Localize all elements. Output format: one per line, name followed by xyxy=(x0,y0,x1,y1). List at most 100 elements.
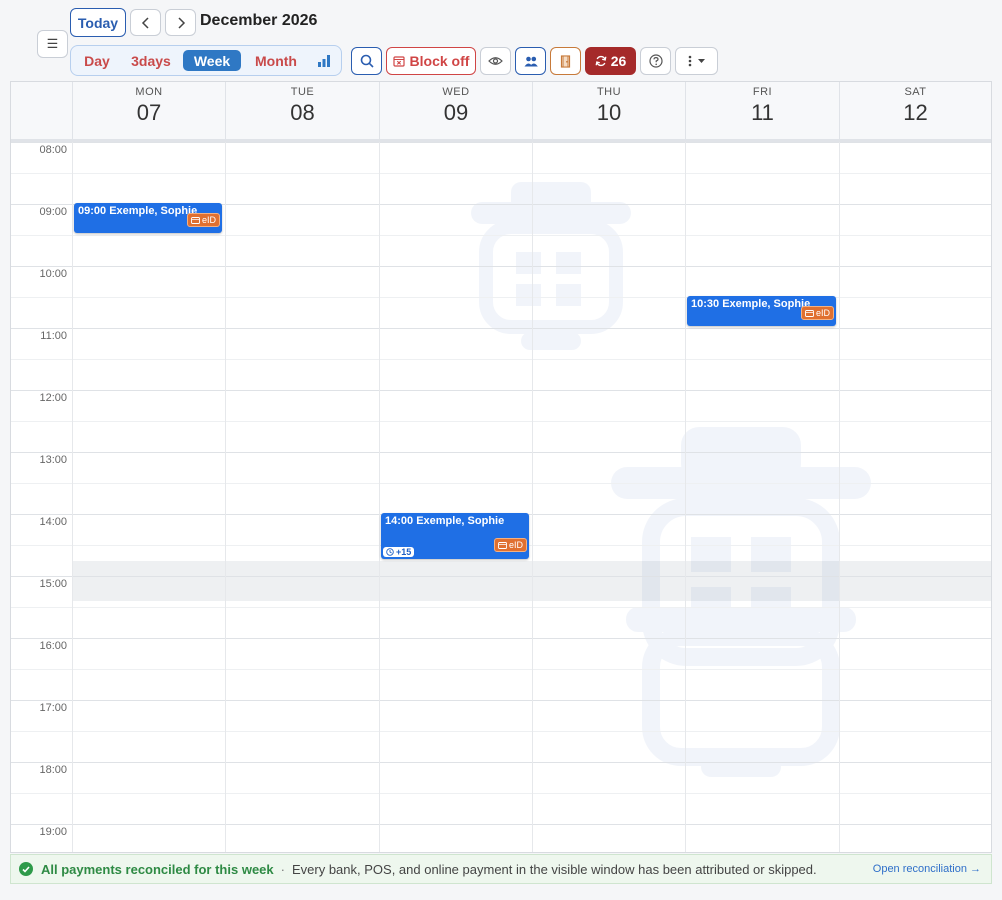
day-name: SAT xyxy=(904,86,927,98)
users-icon xyxy=(524,56,538,66)
column-line xyxy=(532,142,533,852)
day-header-tue[interactable]: TUE 08 xyxy=(225,82,379,139)
hamburger-icon: ☰ xyxy=(46,36,59,51)
half-hour-line xyxy=(11,669,991,670)
kebab-icon xyxy=(688,55,692,67)
hour-line xyxy=(11,762,991,763)
hour-line xyxy=(11,328,991,329)
extra-duration-badge: +15 xyxy=(383,547,415,557)
eid-label: eID xyxy=(815,308,830,318)
time-label: 18:00 xyxy=(39,764,67,776)
eid-badge: eID xyxy=(493,538,527,552)
appointment-event[interactable]: 14:00 Exemple, Sophie eID +15 xyxy=(381,513,529,559)
day-header-mon[interactable]: MON 07 xyxy=(72,82,225,139)
half-hour-line xyxy=(11,359,991,360)
open-reconciliation-link[interactable]: Open reconciliation → xyxy=(873,863,981,875)
menu-button[interactable]: ☰ xyxy=(37,30,68,58)
day-name: WED xyxy=(442,86,470,98)
search-icon xyxy=(360,54,374,68)
help-button[interactable] xyxy=(640,47,671,75)
event-title: 14:00 Exemple, Sophie xyxy=(385,515,505,527)
time-label: 11:00 xyxy=(40,330,67,342)
id-card-icon xyxy=(191,216,200,224)
day-number: 12 xyxy=(903,100,928,125)
eid-badge: eID xyxy=(800,306,834,320)
chevron-right-icon xyxy=(177,16,185,29)
bar-chart-icon xyxy=(318,55,330,67)
appointment-event[interactable]: 10:30 Exemple, Sophie eID xyxy=(687,296,836,326)
time-grid[interactable]: 08:00 09:00 10:00 11:00 12:00 13:00 14:0… xyxy=(11,142,991,852)
column-line xyxy=(225,142,226,852)
day-number: 10 xyxy=(596,100,622,125)
column-line xyxy=(72,142,73,852)
reconciliation-banner: All payments reconciled for this week · … xyxy=(10,854,992,884)
day-name: TUE xyxy=(290,86,315,98)
next-week-button[interactable] xyxy=(165,9,196,36)
id-card-icon xyxy=(805,309,814,317)
hour-line xyxy=(11,576,991,577)
day-name: THU xyxy=(596,86,622,98)
block-off-button[interactable]: Block off xyxy=(386,47,476,75)
view-stats-button[interactable] xyxy=(311,50,337,71)
prev-week-button[interactable] xyxy=(130,9,161,36)
day-header-fri[interactable]: FRI 11 xyxy=(685,82,839,139)
calendar-header: MON 07 TUE 08 WED 09 THU 10 FRI 11 SAT 1… xyxy=(11,82,991,142)
block-off-label: Block off xyxy=(409,53,470,69)
help-icon xyxy=(648,54,663,68)
time-label: 16:00 xyxy=(39,640,67,652)
time-label: 12:00 xyxy=(39,392,67,404)
half-hour-line xyxy=(11,173,991,174)
time-label: 10:00 xyxy=(39,268,67,280)
sync-icon xyxy=(595,55,607,67)
eye-icon xyxy=(488,57,503,65)
half-hour-line xyxy=(11,793,991,794)
chevron-left-icon xyxy=(141,16,149,29)
column-line xyxy=(839,142,840,852)
reconciliation-status: All payments reconciled for this week xyxy=(41,861,274,877)
id-card-icon xyxy=(498,541,507,549)
view-month-button[interactable]: Month xyxy=(247,50,305,71)
time-label: 17:00 xyxy=(39,702,67,714)
check-circle-icon xyxy=(19,862,33,876)
time-label: 08:00 xyxy=(39,144,67,156)
view-week-button[interactable]: Week xyxy=(183,50,241,71)
day-number: 11 xyxy=(751,100,774,125)
staff-button[interactable] xyxy=(515,47,546,75)
day-number: 08 xyxy=(290,100,315,125)
sync-button[interactable]: 26 xyxy=(585,47,636,75)
month-title: December 2026 xyxy=(200,12,318,29)
time-label: 15:00 xyxy=(39,578,67,590)
day-header-sat[interactable]: SAT 12 xyxy=(839,82,991,139)
extra-duration-label: +15 xyxy=(396,547,412,557)
search-button[interactable] xyxy=(351,47,382,75)
time-label: 14:00 xyxy=(39,516,67,528)
appointment-event[interactable]: 09:00 Exemple, Sophie eID xyxy=(74,203,222,233)
more-options-button[interactable] xyxy=(675,47,718,75)
day-number: 09 xyxy=(443,100,469,125)
visibility-button[interactable] xyxy=(480,47,511,75)
hour-line xyxy=(11,266,991,267)
view-3days-button[interactable]: 3days xyxy=(123,50,179,71)
today-button[interactable]: Today xyxy=(70,8,126,37)
hour-line xyxy=(11,638,991,639)
day-header-thu[interactable]: THU 10 xyxy=(532,82,685,139)
half-hour-line xyxy=(11,607,991,608)
time-label: 13:00 xyxy=(39,454,67,466)
column-line xyxy=(379,142,380,852)
logo-watermark-icon xyxy=(471,182,631,350)
week-calendar: MON 07 TUE 08 WED 09 THU 10 FRI 11 SAT 1… xyxy=(10,81,992,853)
separator: · xyxy=(280,861,285,877)
day-header-wed[interactable]: WED 09 xyxy=(379,82,532,139)
hour-line xyxy=(11,142,991,143)
eid-label: eID xyxy=(201,215,216,225)
hour-line xyxy=(11,390,991,391)
hour-line xyxy=(11,700,991,701)
rooms-button[interactable] xyxy=(550,47,581,75)
half-hour-line xyxy=(11,483,991,484)
logo-watermark-icon xyxy=(611,427,871,777)
clock-icon xyxy=(386,548,394,556)
calendar-x-icon xyxy=(392,56,405,67)
day-name: MON xyxy=(135,86,163,98)
view-day-button[interactable]: Day xyxy=(77,50,117,71)
day-name: FRI xyxy=(752,86,773,98)
